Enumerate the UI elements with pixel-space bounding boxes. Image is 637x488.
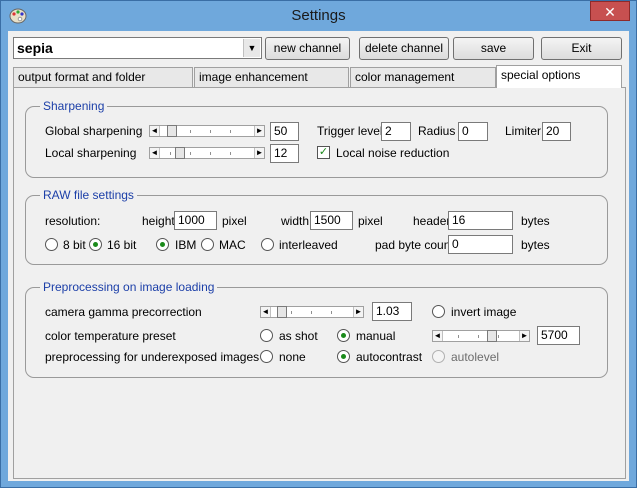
slider-left-icon[interactable]: ◄ — [150, 148, 160, 158]
trigger-level-field[interactable]: 2 — [381, 122, 411, 141]
pad-byte-count-field[interactable]: 0 — [448, 235, 513, 254]
interleaved-radio[interactable] — [261, 238, 274, 251]
invert-image-label: invert image — [451, 305, 517, 319]
tab-image-enhancement[interactable]: image enhancement — [194, 67, 349, 87]
local-noise-checkbox[interactable]: ✓ — [317, 146, 330, 159]
raw-settings-group: RAW file settings resolution: height 100… — [25, 188, 608, 265]
none-radio[interactable] — [260, 350, 273, 363]
header-unit-label: bytes — [521, 214, 550, 228]
settings-window: Settings ✕ sepia ▼ new channel delete ch… — [0, 0, 637, 488]
gamma-label: camera gamma precorrection — [45, 305, 202, 319]
local-sharpening-label: Local sharpening — [45, 146, 137, 160]
bit16-label: 16 bit — [107, 238, 137, 252]
title-bar[interactable]: Settings ✕ — [1, 1, 636, 31]
channel-dropdown-value: sepia — [17, 40, 53, 56]
width-field[interactable]: 1500 — [310, 211, 353, 230]
slider-thumb[interactable] — [487, 330, 497, 342]
global-sharpening-field[interactable]: 50 — [270, 122, 299, 141]
none-label: none — [279, 350, 306, 364]
autocontrast-radio[interactable] — [337, 350, 350, 363]
color-temp-slider[interactable]: ◄ ► — [432, 330, 530, 342]
local-sharpening-slider[interactable]: ◄ ► — [149, 147, 265, 159]
sharpening-group: Sharpening Global sharpening ◄ ► 50 Trig… — [25, 99, 608, 178]
resolution-label: resolution: — [45, 214, 101, 228]
slider-thumb[interactable] — [167, 125, 177, 137]
as-shot-label: as shot — [279, 329, 318, 343]
height-field[interactable]: 1000 — [174, 211, 217, 230]
tab-output-format[interactable]: output format and folder — [13, 67, 193, 87]
pad-unit-label: bytes — [521, 238, 550, 252]
interleaved-label: interleaved — [279, 238, 338, 252]
channel-dropdown[interactable]: sepia ▼ — [13, 37, 262, 59]
close-icon: ✕ — [604, 4, 616, 20]
bit16-radio[interactable] — [89, 238, 102, 251]
special-options-panel: Sharpening Global sharpening ◄ ► 50 Trig… — [13, 87, 626, 479]
autolevel-radio[interactable] — [432, 350, 445, 363]
chevron-down-icon[interactable]: ▼ — [243, 39, 260, 57]
new-channel-button[interactable]: new channel — [265, 37, 350, 60]
gamma-slider[interactable]: ◄ ► — [260, 306, 364, 318]
tab-special-options[interactable]: special options — [496, 65, 622, 88]
autolevel-label: autolevel — [451, 350, 500, 364]
client-area: sepia ▼ new channel delete channel save … — [8, 31, 629, 481]
underexposed-label: preprocessing for underexposed images — [45, 350, 260, 364]
preprocessing-title: Preprocessing on image loading — [40, 280, 218, 294]
global-sharpening-slider[interactable]: ◄ ► — [149, 125, 265, 137]
exit-button[interactable]: Exit — [541, 37, 622, 60]
raw-settings-title: RAW file settings — [40, 188, 137, 202]
mac-label: MAC — [219, 238, 246, 252]
bit8-radio[interactable] — [45, 238, 58, 251]
manual-label: manual — [356, 329, 396, 343]
local-sharpening-field[interactable]: 12 — [270, 144, 299, 163]
slider-right-icon[interactable]: ► — [519, 331, 529, 341]
trigger-level-label: Trigger level — [317, 124, 383, 138]
limiter-field[interactable]: 20 — [542, 122, 571, 141]
gamma-field[interactable]: 1.03 — [372, 302, 412, 321]
delete-channel-button[interactable]: delete channel — [359, 37, 449, 60]
window-title: Settings — [291, 7, 346, 24]
save-button[interactable]: save — [453, 37, 534, 60]
width-unit-label: pixel — [358, 214, 383, 228]
slider-left-icon[interactable]: ◄ — [433, 331, 443, 341]
ibm-label: IBM — [175, 238, 197, 252]
width-label: width — [281, 214, 310, 228]
pad-byte-count-label: pad byte count — [375, 238, 454, 252]
tab-color-management[interactable]: color management — [350, 67, 496, 87]
slider-right-icon[interactable]: ► — [254, 148, 264, 158]
color-temp-field[interactable]: 5700 — [537, 326, 580, 345]
height-unit-label: pixel — [222, 214, 247, 228]
bit8-label: 8 bit — [63, 238, 86, 252]
slider-thumb[interactable] — [175, 147, 185, 159]
header-field[interactable]: 16 — [448, 211, 513, 230]
close-button[interactable]: ✕ — [590, 1, 630, 21]
slider-left-icon[interactable]: ◄ — [261, 307, 271, 317]
slider-right-icon[interactable]: ► — [254, 126, 264, 136]
color-temp-label: color temperature preset — [45, 329, 176, 343]
manual-radio[interactable] — [337, 329, 350, 342]
header-label: header — [413, 214, 451, 228]
ibm-radio[interactable] — [156, 238, 169, 251]
preprocessing-group: Preprocessing on image loading camera ga… — [25, 280, 608, 378]
global-sharpening-label: Global sharpening — [45, 124, 143, 138]
radius-field[interactable]: 0 — [458, 122, 488, 141]
autocontrast-label: autocontrast — [356, 350, 423, 364]
sharpening-title: Sharpening — [40, 99, 108, 113]
slider-thumb[interactable] — [277, 306, 287, 318]
height-label: height — [142, 214, 175, 228]
radius-label: Radius — [418, 124, 456, 138]
slider-left-icon[interactable]: ◄ — [150, 126, 160, 136]
limiter-label: Limiter — [505, 124, 542, 138]
as-shot-radio[interactable] — [260, 329, 273, 342]
mac-radio[interactable] — [201, 238, 214, 251]
invert-image-radio[interactable] — [432, 305, 445, 318]
slider-right-icon[interactable]: ► — [353, 307, 363, 317]
local-noise-label: Local noise reduction — [336, 146, 450, 160]
